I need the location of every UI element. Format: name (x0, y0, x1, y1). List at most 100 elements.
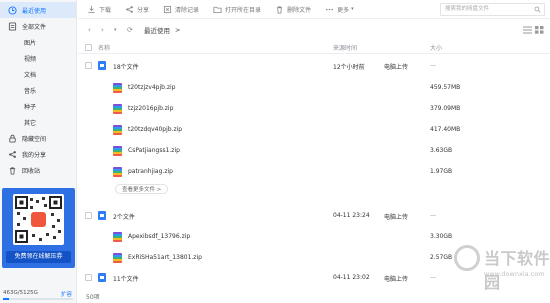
item-count: 50项 (86, 294, 100, 301)
storage-indicator: 463G/5125G 扩容 (0, 285, 77, 303)
sidebar: 最近使用 全部文件 图片 视频 文档 音乐 种子 其它 隐藏空间 我的分享 回收… (0, 0, 77, 303)
sidebar-item-videos[interactable]: 视频 (0, 50, 76, 66)
more-button[interactable]: 更多 ▾ (325, 5, 354, 14)
table-header: 名称 来源时间 大小 (78, 40, 550, 54)
group-title: 2个文件 (113, 214, 135, 221)
group-source: 电脑上传 (384, 64, 409, 71)
back-arrow-icon[interactable]: ‹ (88, 26, 98, 34)
file-size: 3.30GB (430, 233, 453, 240)
file-size: 379.09MB (430, 105, 461, 112)
dropdown-icon[interactable]: ▾ (114, 27, 124, 33)
row-checkbox[interactable] (85, 274, 92, 281)
group-size: — (430, 62, 436, 69)
folder-icon (98, 61, 106, 70)
group-title: 11个文件 (113, 276, 139, 283)
file-icon (8, 21, 17, 31)
sidebar-item-torrents[interactable]: 种子 (0, 98, 76, 114)
file-size: 1.97GB (430, 168, 453, 175)
row-checkbox[interactable] (85, 62, 92, 69)
column-header-time[interactable]: 来源时间 (333, 43, 357, 52)
promo-banner[interactable]: 免费领在线解压券 (2, 188, 75, 268)
sidebar-item-label: 视频 (24, 55, 37, 63)
share-label: 分享 (137, 6, 150, 14)
select-all-checkbox[interactable] (85, 44, 92, 51)
more-label: 更多 (337, 6, 350, 14)
group-time: 04-11 23:02 (333, 274, 370, 281)
more-files-row: 查看更多文件 > (78, 183, 550, 197)
group-time: 12个小时前 (333, 64, 365, 71)
clock-icon (8, 5, 17, 15)
sidebar-item-label: 隐藏空间 (22, 135, 47, 143)
sidebar-item-label: 其它 (24, 119, 37, 127)
expand-storage-link[interactable]: 扩容 (61, 290, 72, 298)
qr-code (13, 194, 64, 245)
folder-icon (98, 211, 106, 220)
forward-arrow-icon[interactable]: › (101, 26, 111, 34)
file-row[interactable]: CsPatjiangss1.zip 3.63GB (78, 141, 550, 161)
sidebar-item-label: 全部文件 (22, 23, 47, 31)
download-button[interactable]: 下载 (87, 5, 111, 14)
file-name: Apexibsdf_13796.zip (128, 233, 191, 240)
share-icon (8, 150, 17, 159)
delete-file-button[interactable]: 删除文件 (275, 5, 311, 14)
sidebar-item-my-shares[interactable]: 我的分享 (0, 146, 76, 162)
group-source: 电脑上传 (384, 276, 409, 283)
group-row[interactable]: 18个文件 12个小时前 电脑上传 — (78, 56, 550, 76)
file-row[interactable]: patranhjiag.zip 1.97GB (78, 162, 550, 182)
view-more-files-button[interactable]: 查看更多文件 > (115, 184, 169, 194)
file-row[interactable]: t20tzdqv40pjb.zip 417.40MB (78, 120, 550, 140)
group-title: 18个文件 (113, 64, 139, 71)
search-placeholder: 搜索我的网盘文件 (445, 6, 490, 12)
lock-icon (8, 134, 17, 143)
list-view-icon[interactable] (523, 26, 532, 34)
zip-file-icon (113, 125, 122, 135)
share-button[interactable]: 分享 (125, 5, 149, 14)
delete-record-button[interactable]: 清除记录 (163, 5, 199, 14)
sidebar-item-hidden-space[interactable]: 隐藏空间 (0, 130, 76, 146)
zip-file-icon (113, 232, 122, 242)
sidebar-item-music[interactable]: 音乐 (0, 82, 76, 98)
chevron-down-icon: ▾ (351, 6, 354, 12)
breadcrumb-separator: > (175, 26, 181, 34)
storage-bar-fill (3, 298, 10, 300)
watermark-url: www.downxia.com (484, 270, 545, 278)
refresh-icon[interactable]: ⟳ (127, 26, 137, 34)
search-input[interactable]: 搜索我的网盘文件 (440, 3, 545, 16)
sidebar-item-docs[interactable]: 文档 (0, 66, 76, 82)
search-icon[interactable] (534, 6, 541, 13)
breadcrumb-current[interactable]: 最近使用 (144, 25, 170, 35)
folder-open-icon (213, 6, 222, 13)
file-size: 417.40MB (430, 126, 461, 133)
trash-icon (8, 166, 17, 175)
zip-file-icon (113, 167, 122, 177)
sidebar-item-recycle-bin[interactable]: 回收站 (0, 162, 76, 178)
zip-file-icon (113, 83, 122, 93)
sidebar-item-label: 音乐 (24, 87, 37, 95)
group-row[interactable]: 2个文件 04-11 23:24 电脑上传 — (78, 206, 550, 226)
row-checkbox[interactable] (85, 212, 92, 219)
download-icon (88, 5, 95, 13)
file-size: 459.57MB (430, 84, 461, 91)
delete-file-label: 删除文件 (287, 6, 312, 14)
sidebar-item-other[interactable]: 其它 (0, 114, 76, 130)
file-size: 2.57GB (430, 254, 453, 261)
sidebar-item-all-files[interactable]: 全部文件 (0, 18, 76, 34)
watermark-text: 当下软件园 (484, 249, 550, 292)
sidebar-item-images[interactable]: 图片 (0, 34, 76, 50)
group-size: — (430, 212, 436, 219)
file-row[interactable]: tzjz2016pjb.zip 379.09MB (78, 99, 550, 119)
open-folder-button[interactable]: 打开所在目录 (213, 5, 261, 14)
column-header-size[interactable]: 大小 (430, 43, 442, 52)
sidebar-item-recent[interactable]: 最近使用 (0, 2, 76, 18)
storage-bar (3, 298, 73, 300)
more-icon (326, 8, 334, 10)
share-icon (126, 5, 133, 13)
column-header-name[interactable]: 名称 (98, 43, 110, 52)
promo-button[interactable]: 免费领在线解压券 (6, 251, 71, 263)
grid-view-icon[interactable] (535, 26, 544, 34)
sidebar-item-label: 图片 (24, 39, 37, 47)
file-row[interactable]: t20tzjzv4pjb.zip 459.57MB (78, 78, 550, 98)
file-name: t20tzdqv40pjb.zip (128, 126, 183, 133)
app-logo-icon (31, 212, 46, 227)
sidebar-item-label: 我的分享 (22, 151, 47, 159)
